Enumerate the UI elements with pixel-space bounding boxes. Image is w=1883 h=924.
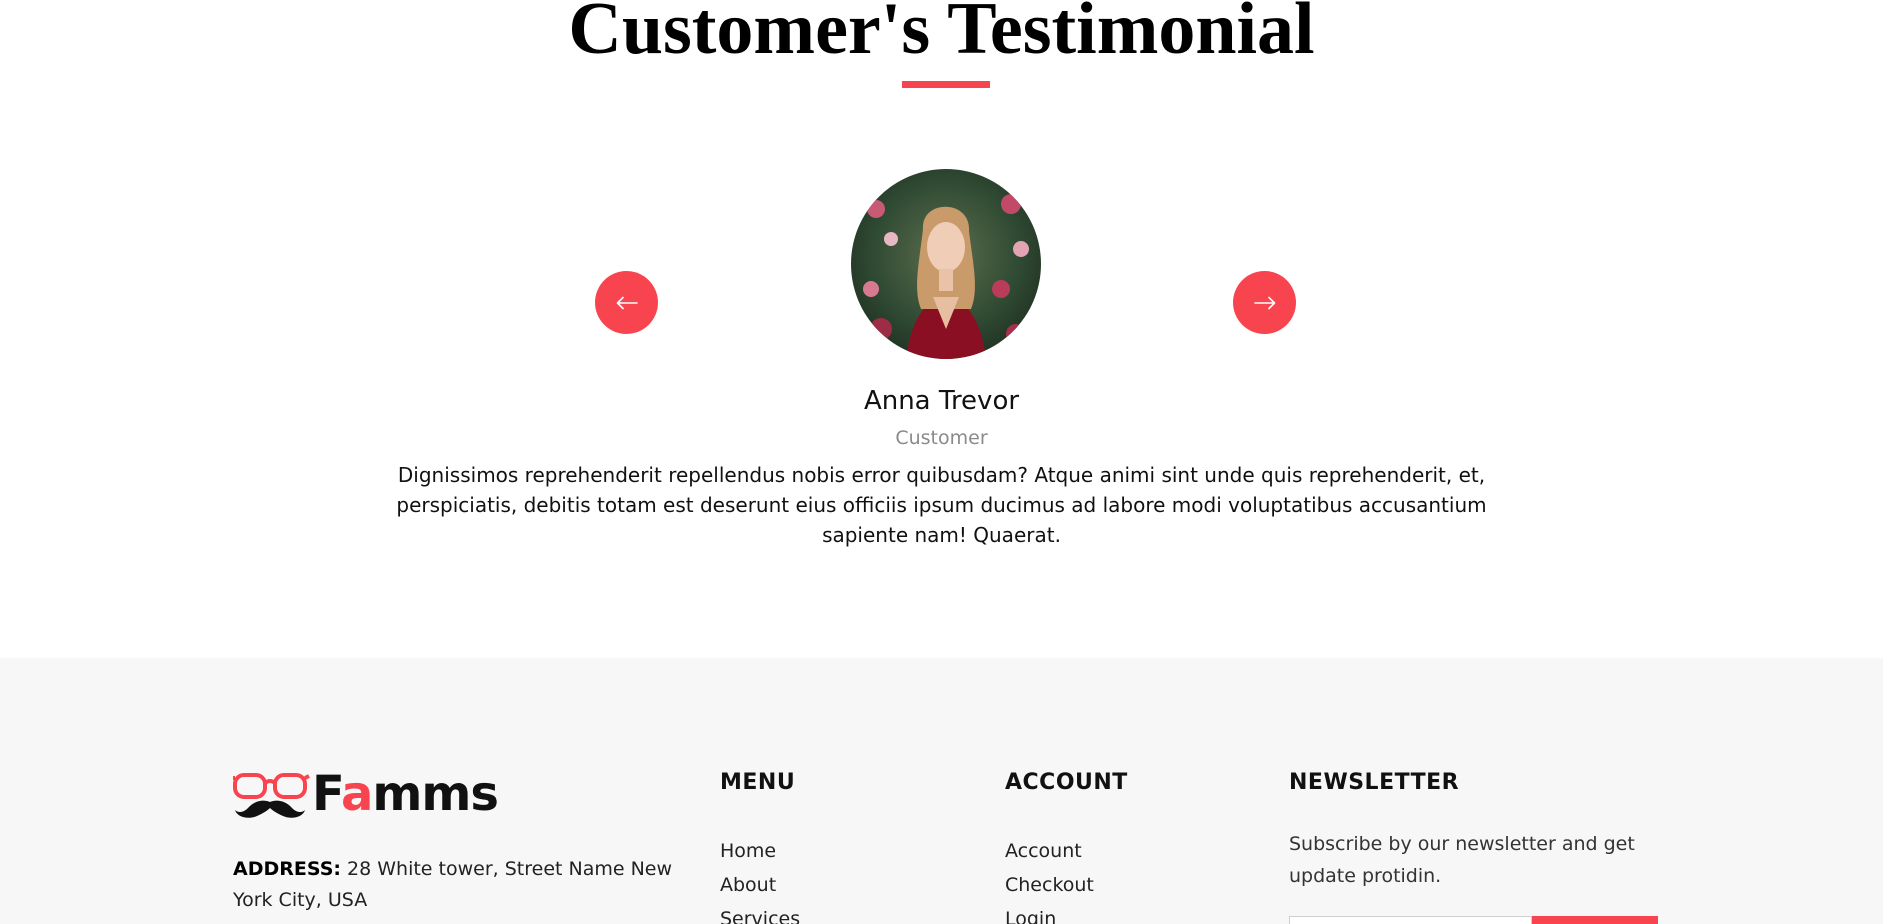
testimonial-section: Customer's Testimonial Anna Trevor Custo… [0, 0, 1883, 658]
menu-link-home[interactable]: Home [720, 834, 800, 868]
site-footer: Famms ADDRESS: 28 White tower, Street Na… [0, 658, 1883, 924]
account-link-account[interactable]: Account [1005, 834, 1094, 868]
newsletter-title: NEWSLETTER [1289, 770, 1460, 795]
section-heading: Customer's Testimonial [568, 0, 1315, 70]
testimonial-quote: Dignissimos reprehenderit repellendus no… [396, 463, 1487, 547]
brand-name: Famms [312, 766, 499, 822]
menu-title: MENU [720, 770, 796, 795]
heading-underline [902, 81, 990, 88]
account-links: Account Checkout Login [1005, 834, 1094, 924]
address-label: ADDRESS: [233, 858, 341, 880]
newsletter-email-input[interactable] [1289, 916, 1532, 924]
footer-address: ADDRESS: 28 White tower, Street Name New… [233, 854, 673, 916]
arrow-right-icon [1253, 296, 1275, 309]
account-link-checkout[interactable]: Checkout [1005, 868, 1094, 902]
customer-role: Customer [895, 427, 988, 449]
arrow-left-icon [616, 296, 638, 309]
customer-avatar [851, 169, 1041, 359]
brand-logo[interactable]: Famms [232, 766, 499, 822]
menu-link-about[interactable]: About [720, 868, 800, 902]
newsletter-subscribe-button[interactable] [1532, 916, 1658, 924]
glasses-mustache-icon [233, 773, 310, 818]
previous-testimonial-button[interactable] [595, 271, 658, 334]
menu-link-services[interactable]: Services [720, 902, 800, 924]
menu-links: Home About Services [720, 834, 800, 924]
customer-name: Anna Trevor [863, 386, 1020, 416]
account-link-login[interactable]: Login [1005, 902, 1094, 924]
next-testimonial-button[interactable] [1233, 271, 1296, 334]
newsletter-text: Subscribe by our newsletter and get upda… [1289, 833, 1635, 887]
account-title: ACCOUNT [1005, 770, 1128, 795]
